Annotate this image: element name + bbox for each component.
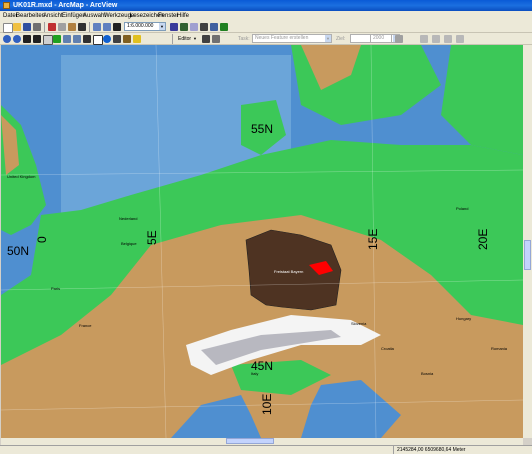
measure-icon[interactable] xyxy=(123,35,131,43)
city-label: Romania xyxy=(491,346,508,351)
grid-label-15e: 15E xyxy=(366,229,380,250)
vertical-scrollbar[interactable] xyxy=(523,45,532,438)
zoom-out-icon[interactable] xyxy=(13,35,21,43)
chevron-down-icon[interactable]: ▼ xyxy=(325,35,331,42)
zoom-level-combo[interactable]: 2000 xyxy=(370,34,392,43)
grid-label-50n: 50N xyxy=(7,244,29,258)
task-label: Task: xyxy=(238,36,250,42)
city-label: Croatia xyxy=(381,346,395,351)
status-bar: 2145284,00 6509680,64 Meter xyxy=(0,445,532,454)
city-label: Poland xyxy=(456,206,468,211)
print-icon[interactable] xyxy=(33,23,41,31)
bavaria-label: Freistaat Bayern xyxy=(274,269,303,274)
grid-label-10e: 10E xyxy=(260,394,274,415)
attribute-tool-icon[interactable] xyxy=(456,35,464,43)
undo-icon[interactable] xyxy=(93,23,101,31)
pan-icon[interactable] xyxy=(43,35,53,45)
paste-icon[interactable] xyxy=(68,23,76,31)
cut-icon[interactable] xyxy=(48,23,56,31)
coordinate-readout: 2145284,00 6509680,64 Meter xyxy=(397,447,466,453)
save-icon[interactable] xyxy=(23,23,31,31)
zoom-in-icon[interactable] xyxy=(3,35,11,43)
editor-menu[interactable]: Editor xyxy=(178,35,191,43)
find-binoculars-icon[interactable] xyxy=(113,35,121,43)
grid-label-5e: 5E xyxy=(145,230,159,245)
menu-hilfe[interactable]: Hilfe xyxy=(177,12,189,20)
chevron-down-icon[interactable]: ▼ xyxy=(159,23,165,30)
rotate-tool-icon[interactable] xyxy=(432,35,440,43)
back-extent-icon[interactable] xyxy=(63,35,71,43)
city-label: Bosnia xyxy=(421,371,434,376)
new-document-icon[interactable] xyxy=(3,23,13,33)
menu-auswahl[interactable]: Auswahl xyxy=(83,12,106,20)
add-data-icon[interactable] xyxy=(113,23,121,31)
arctoolbox-icon[interactable] xyxy=(190,23,198,31)
title-bar: UK01R.mxd - ArcMap - ArcView xyxy=(0,0,532,11)
menu-bar: Datei Bearbeiten Ansicht Einfügen Auswah… xyxy=(0,11,532,21)
city-label: Slovenia xyxy=(351,321,367,326)
arcmap-app-icon xyxy=(3,2,10,9)
edit-task-value: Neues Feature erstellen xyxy=(255,35,309,41)
split-tool-icon[interactable] xyxy=(420,35,428,43)
menu-ansicht[interactable]: Ansicht xyxy=(43,12,63,20)
vertical-scroll-thumb[interactable] xyxy=(524,240,531,270)
sketch-properties-icon[interactable] xyxy=(444,35,452,43)
city-label: France xyxy=(79,323,92,328)
redo-icon[interactable] xyxy=(103,23,111,31)
command-line-icon[interactable] xyxy=(200,23,208,31)
city-label: Paris xyxy=(51,286,60,291)
city-label: United Kingdom xyxy=(7,174,36,179)
city-label: Belgique xyxy=(121,241,137,246)
menu-fenster[interactable]: Fenster xyxy=(158,12,178,20)
grid-label-55n: 55N xyxy=(251,122,273,136)
target-label: Ziel: xyxy=(336,36,346,42)
full-extent-icon[interactable] xyxy=(53,35,61,43)
menu-datei[interactable]: Datei xyxy=(3,12,17,20)
sketch-tool-icon[interactable] xyxy=(212,35,220,43)
standard-toolbar: 1:6.000.000 ▼ xyxy=(0,21,532,33)
horizontal-scrollbar[interactable] xyxy=(1,438,523,445)
menu-bearbeiten[interactable]: Bearbeiten xyxy=(16,12,45,20)
edit-tool-icon[interactable] xyxy=(202,35,210,43)
grid-label-20e: 20E xyxy=(476,229,490,250)
grid-label-0: 0 xyxy=(35,236,49,243)
identify-icon[interactable] xyxy=(103,35,111,43)
copy-icon[interactable] xyxy=(58,23,66,31)
arccatalog-icon[interactable] xyxy=(180,23,188,31)
select-features-icon[interactable] xyxy=(83,35,91,43)
city-label: Hungary xyxy=(456,316,471,321)
help-icon[interactable] xyxy=(220,23,228,31)
hyperlink-icon[interactable] xyxy=(133,35,141,43)
city-label: Nederland xyxy=(119,216,137,221)
horizontal-scroll-thumb[interactable] xyxy=(226,438,274,444)
edit-task-combo[interactable]: Neues Feature erstellen ▼ xyxy=(252,34,332,43)
editor-toolbar-icon[interactable] xyxy=(170,23,178,31)
open-folder-icon[interactable] xyxy=(13,23,21,31)
city-label: Italy xyxy=(251,371,258,376)
window-title: UK01R.mxd - ArcMap - ArcView xyxy=(13,2,118,9)
tools-toolbar: Editor ▼ Task: Neues Feature erstellen ▼… xyxy=(0,33,532,45)
attributes-icon[interactable] xyxy=(395,35,403,43)
fixed-zoom-in-icon[interactable] xyxy=(23,35,31,43)
fixed-zoom-out-icon[interactable] xyxy=(33,35,41,43)
map-scale-combo[interactable]: 1:6.000.000 ▼ xyxy=(124,22,166,31)
model-builder-icon[interactable] xyxy=(210,23,218,31)
map-display[interactable]: 55N 50N 45N 0 5E 10E 15E 20E Freistaat B… xyxy=(1,45,523,438)
map-scale-value: 1:6.000.000 xyxy=(127,23,154,29)
forward-extent-icon[interactable] xyxy=(73,35,81,43)
delete-icon[interactable] xyxy=(78,23,86,31)
zoom-level-value: 2000 xyxy=(373,35,385,41)
editor-menu-arrow[interactable]: ▼ xyxy=(193,35,197,43)
select-elements-icon[interactable] xyxy=(93,35,103,45)
